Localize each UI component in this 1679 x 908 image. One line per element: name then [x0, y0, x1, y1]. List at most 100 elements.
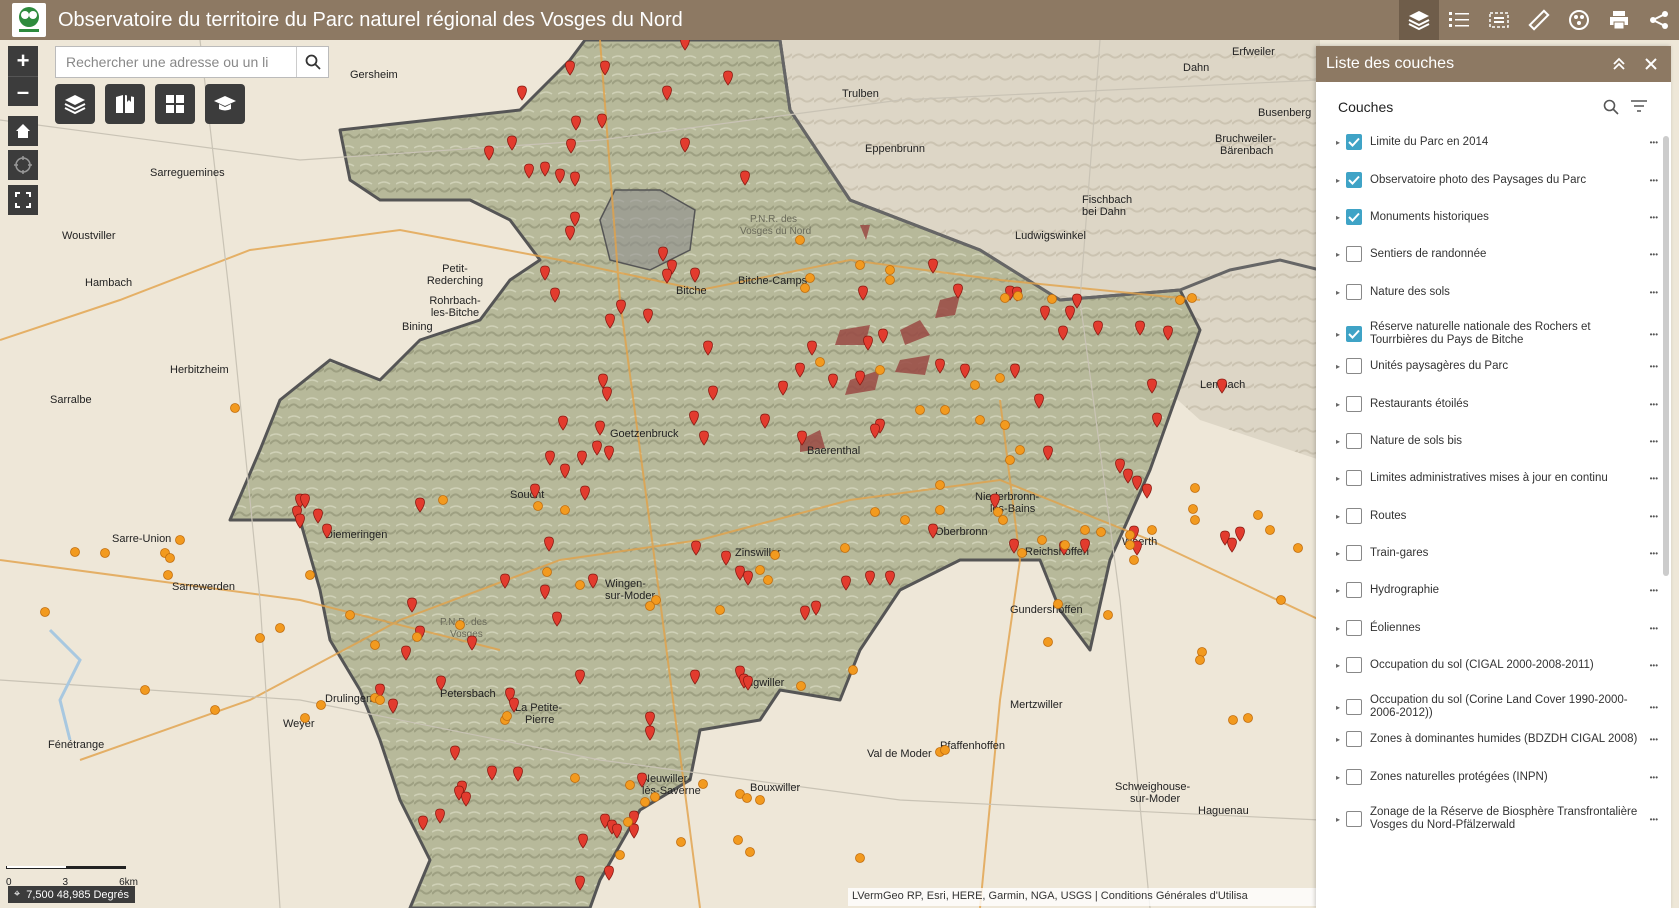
photo-marker[interactable] — [1096, 527, 1106, 537]
layer-row[interactable]: ▸ Hydrographie ••• — [1336, 582, 1658, 598]
photo-marker[interactable] — [1000, 293, 1010, 303]
photo-marker[interactable] — [993, 507, 1003, 517]
photo-marker[interactable] — [305, 570, 315, 580]
photo-marker[interactable] — [1276, 595, 1286, 605]
layer-more-icon[interactable]: ••• — [1638, 624, 1658, 633]
photo-marker[interactable] — [1190, 483, 1200, 493]
photo-marker[interactable] — [755, 565, 765, 575]
photo-marker[interactable] — [1188, 504, 1198, 514]
photo-marker[interactable] — [570, 773, 580, 783]
layer-more-icon[interactable]: ••• — [1638, 703, 1658, 712]
layer-row[interactable]: ▸ Nature des sols ••• — [1336, 284, 1658, 300]
photo-marker[interactable] — [1187, 293, 1197, 303]
layer-row[interactable]: ▸ Zones à dominantes humides (BDZDH CIGAL… — [1336, 731, 1658, 747]
layer-checkbox[interactable] — [1346, 769, 1362, 785]
expand-arrow-icon[interactable]: ▸ — [1336, 586, 1346, 595]
photo-marker[interactable] — [1080, 525, 1090, 535]
layer-more-icon[interactable]: ••• — [1638, 735, 1658, 744]
photo-marker[interactable] — [755, 795, 765, 805]
layer-more-icon[interactable]: ••• — [1638, 815, 1658, 824]
expand-arrow-icon[interactable]: ▸ — [1336, 703, 1346, 712]
photo-marker[interactable] — [1013, 291, 1023, 301]
layer-checkbox[interactable] — [1346, 657, 1362, 673]
photo-marker[interactable] — [855, 260, 865, 270]
photo-marker[interactable] — [640, 797, 650, 807]
expand-arrow-icon[interactable]: ▸ — [1336, 624, 1346, 633]
layer-checkbox[interactable] — [1346, 508, 1362, 524]
expand-arrow-icon[interactable]: ▸ — [1336, 288, 1346, 297]
layer-more-icon[interactable]: ••• — [1638, 362, 1658, 371]
photo-marker[interactable] — [175, 535, 185, 545]
photo-marker[interactable] — [412, 632, 422, 642]
layer-more-icon[interactable]: ••• — [1638, 661, 1658, 670]
photo-marker[interactable] — [1129, 555, 1139, 565]
layer-row[interactable]: ▸ Limite du Parc en 2014 ••• — [1336, 134, 1658, 150]
expand-arrow-icon[interactable]: ▸ — [1336, 362, 1346, 371]
photo-marker[interactable] — [870, 507, 880, 517]
photo-marker[interactable] — [885, 275, 895, 285]
measure-icon[interactable] — [1519, 0, 1559, 40]
photo-marker[interactable] — [275, 623, 285, 633]
photo-marker[interactable] — [698, 779, 708, 789]
zoom-in-button[interactable]: + — [8, 46, 38, 76]
layer-checkbox[interactable] — [1346, 731, 1362, 747]
photo-marker[interactable] — [1175, 295, 1185, 305]
legend-icon[interactable] — [1439, 0, 1479, 40]
layer-more-icon[interactable]: ••• — [1638, 250, 1658, 259]
layer-checkbox[interactable] — [1346, 582, 1362, 598]
photo-marker[interactable] — [1103, 610, 1113, 620]
photo-marker[interactable] — [1293, 543, 1303, 553]
photo-marker[interactable] — [163, 570, 173, 580]
photo-marker[interactable] — [502, 711, 512, 721]
photo-marker[interactable] — [875, 365, 885, 375]
layer-checkbox[interactable] — [1346, 172, 1362, 188]
close-panel-button[interactable] — [1641, 54, 1661, 74]
expand-arrow-icon[interactable]: ▸ — [1336, 330, 1346, 339]
layer-row[interactable]: ▸ Nature de sols bis ••• — [1336, 433, 1658, 449]
photo-marker[interactable] — [1228, 715, 1238, 725]
photo-marker[interactable] — [70, 547, 80, 557]
coordinate-display[interactable]: ⌖ 7,500 48,985 Degrés — [8, 886, 135, 903]
layer-search-button[interactable] — [1601, 97, 1621, 117]
gallery-button[interactable] — [155, 84, 195, 124]
layer-more-icon[interactable]: ••• — [1638, 549, 1658, 558]
layer-options-button[interactable] — [1629, 97, 1649, 117]
photo-marker[interactable] — [935, 505, 945, 515]
layer-checkbox[interactable] — [1346, 470, 1362, 486]
photo-marker[interactable] — [1053, 599, 1063, 609]
expand-arrow-icon[interactable]: ▸ — [1336, 176, 1346, 185]
locate-button[interactable] — [8, 150, 38, 180]
photo-marker[interactable] — [1197, 647, 1207, 657]
layer-row[interactable]: ▸ Sentiers de randonnée ••• — [1336, 246, 1658, 262]
collapse-panel-button[interactable] — [1609, 54, 1629, 74]
layer-more-icon[interactable]: ••• — [1638, 400, 1658, 409]
photo-marker[interactable] — [542, 567, 552, 577]
photo-marker[interactable] — [1047, 294, 1057, 304]
photo-marker[interactable] — [1125, 540, 1135, 550]
layer-row[interactable]: ▸ Éoliennes ••• — [1336, 620, 1658, 636]
photo-marker[interactable] — [1125, 530, 1135, 540]
layer-checkbox[interactable] — [1346, 326, 1362, 342]
photo-marker[interactable] — [316, 700, 326, 710]
layer-checkbox[interactable] — [1346, 246, 1362, 262]
home-button[interactable] — [8, 116, 38, 146]
photo-marker[interactable] — [795, 235, 805, 245]
layer-row[interactable]: ▸ Train-gares ••• — [1336, 545, 1658, 561]
photo-marker[interactable] — [975, 415, 985, 425]
expand-arrow-icon[interactable]: ▸ — [1336, 400, 1346, 409]
layer-more-icon[interactable]: ••• — [1638, 213, 1658, 222]
layer-checkbox[interactable] — [1346, 134, 1362, 150]
layer-row[interactable]: ▸ Observatoire photo des Paysages du Parc… — [1336, 172, 1658, 188]
panel-scrollbar[interactable] — [1663, 136, 1669, 576]
layer-more-icon[interactable]: ••• — [1638, 773, 1658, 782]
layer-checkbox[interactable] — [1346, 433, 1362, 449]
about-button[interactable] — [205, 84, 245, 124]
photo-marker[interactable] — [998, 515, 1008, 525]
photo-marker[interactable] — [840, 543, 850, 553]
layer-checkbox[interactable] — [1346, 358, 1362, 374]
photo-marker[interactable] — [715, 605, 725, 615]
expand-arrow-icon[interactable]: ▸ — [1336, 549, 1346, 558]
expand-arrow-icon[interactable]: ▸ — [1336, 512, 1346, 521]
layer-more-icon[interactable]: ••• — [1638, 474, 1658, 483]
layer-more-icon[interactable]: ••• — [1638, 138, 1658, 147]
